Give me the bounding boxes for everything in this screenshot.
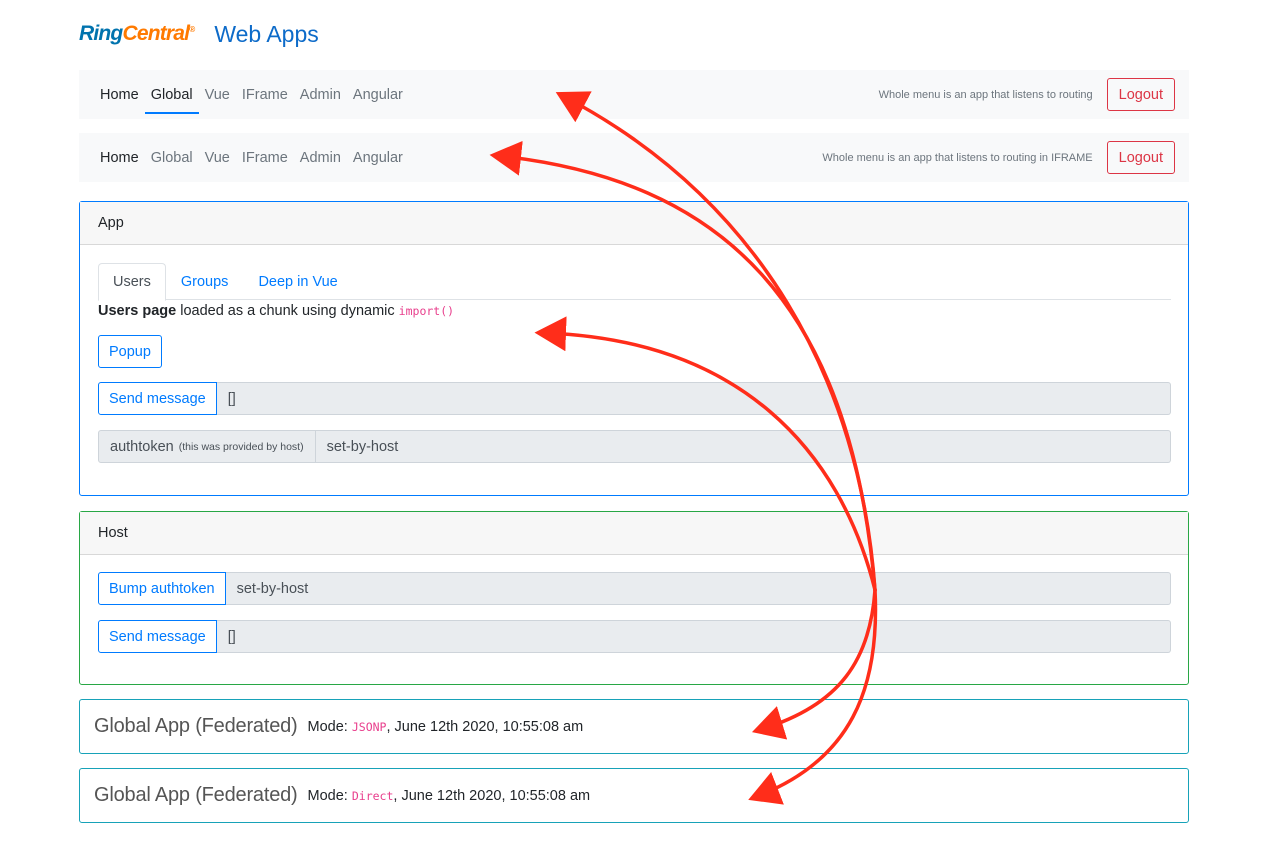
tab-deep-in-vue[interactable]: Deep in Vue <box>243 263 352 300</box>
popup-button[interactable]: Popup <box>98 335 162 368</box>
federated-title: Global App (Federated) <box>94 784 298 806</box>
host-message-output: [] <box>216 620 1171 653</box>
app-card-header: App <box>80 202 1188 245</box>
federated-card-jsonp: Global App (Federated) Mode: JSONP, June… <box>79 699 1189 754</box>
host-send-message-button[interactable]: Send message <box>98 620 217 653</box>
nav-angular[interactable]: Angular <box>347 70 409 119</box>
main-navbar: Home Global Vue IFrame Admin Angular Who… <box>79 70 1189 119</box>
nav-admin[interactable]: Admin <box>294 70 347 119</box>
iframe-nav-global[interactable]: Global <box>145 133 199 182</box>
app-send-message-button[interactable]: Send message <box>98 382 217 415</box>
app-card: App Users Groups Deep in Vue Users page … <box>79 201 1189 496</box>
authtoken-group: authtoken (this was provided by host) set… <box>98 430 1171 463</box>
brand-header: RingCentral® Web Apps <box>79 17 319 51</box>
bump-group: Bump authtoken set-by-host <box>98 572 1171 605</box>
nav-vue[interactable]: Vue <box>199 70 236 119</box>
users-page-text: Users page loaded as a chunk using dynam… <box>98 303 455 319</box>
iframe-nav-home[interactable]: Home <box>94 133 145 182</box>
tab-groups[interactable]: Groups <box>166 263 244 300</box>
nav-home[interactable]: Home <box>94 70 145 119</box>
main-nav: Home Global Vue IFrame Admin Angular <box>94 70 409 119</box>
host-card: Host Bump authtoken set-by-host Send mes… <box>79 511 1189 685</box>
bump-authtoken-button[interactable]: Bump authtoken <box>98 572 226 605</box>
ringcentral-logo[interactable]: RingCentral® <box>79 22 195 46</box>
host-authtoken-value: set-by-host <box>225 572 1171 605</box>
app-send-group: Send message [] <box>98 382 1171 415</box>
host-card-header: Host <box>80 512 1188 555</box>
federated-card-direct: Global App (Federated) Mode: Direct, Jun… <box>79 768 1189 823</box>
iframe-logout-button[interactable]: Logout <box>1106 141 1175 174</box>
import-code: import() <box>398 304 455 318</box>
authtoken-value: set-by-host <box>315 430 1171 463</box>
federated-mode-text: Mode: Direct, June 12th 2020, 10:55:08 a… <box>307 787 591 804</box>
navbar-note: Whole menu is an app that listens to rou… <box>878 88 1093 101</box>
federated-mode-text: Mode: JSONP, June 12th 2020, 10:55:08 am <box>307 718 584 735</box>
iframe-navbar-note: Whole menu is an app that listens to rou… <box>822 151 1093 164</box>
mode-code: Direct <box>351 788 394 803</box>
iframe-nav-admin[interactable]: Admin <box>294 133 347 182</box>
mode-code: JSONP <box>351 719 387 734</box>
app-message-output: [] <box>216 382 1171 415</box>
nav-iframe[interactable]: IFrame <box>236 70 294 119</box>
logout-button[interactable]: Logout <box>1106 78 1175 111</box>
tab-users[interactable]: Users <box>98 263 166 301</box>
nav-global[interactable]: Global <box>144 70 199 119</box>
iframe-navbar: Home Global Vue IFrame Admin Angular Who… <box>79 133 1189 182</box>
federated-title: Global App (Federated) <box>94 715 298 737</box>
authtoken-label: authtoken (this was provided by host) <box>98 430 316 463</box>
iframe-nav-iframe[interactable]: IFrame <box>236 133 294 182</box>
host-send-group: Send message [] <box>98 620 1171 653</box>
iframe-nav-angular[interactable]: Angular <box>347 133 409 182</box>
app-tabs: Users Groups Deep in Vue <box>98 263 1171 301</box>
iframe-nav: Home Global Vue IFrame Admin Angular <box>94 133 409 182</box>
iframe-nav-vue[interactable]: Vue <box>199 133 236 182</box>
page-title: Web Apps <box>214 20 319 47</box>
